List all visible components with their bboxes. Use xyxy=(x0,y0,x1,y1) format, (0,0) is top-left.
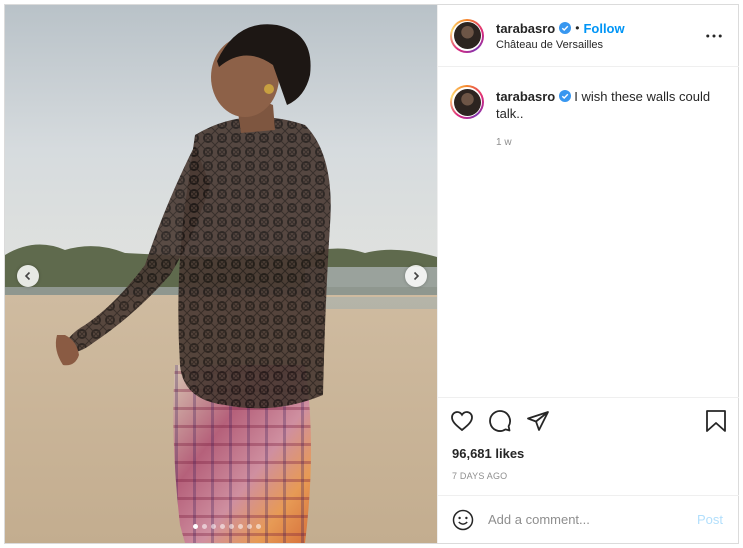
post-photo xyxy=(5,5,437,543)
carousel-dot xyxy=(229,524,234,529)
follow-button[interactable]: Follow xyxy=(583,21,624,36)
post-media[interactable] xyxy=(5,5,437,543)
verified-badge-icon xyxy=(559,22,572,34)
post-header: tarabasro • Follow Château de Versailles xyxy=(438,5,739,67)
post-modal: tarabasro • Follow Château de Versailles xyxy=(4,4,739,544)
carousel-dot xyxy=(193,524,198,529)
carousel-dot xyxy=(238,524,243,529)
carousel-dot xyxy=(202,524,207,529)
more-options-button[interactable] xyxy=(705,27,723,45)
chevron-left-icon xyxy=(24,271,31,281)
emoji-icon[interactable] xyxy=(452,509,474,531)
heart-icon[interactable] xyxy=(450,409,474,433)
next-photo-button[interactable] xyxy=(405,265,427,287)
chevron-right-icon xyxy=(413,271,420,281)
comment-icon[interactable] xyxy=(488,409,512,433)
comment-input[interactable] xyxy=(488,512,688,527)
bookmark-icon[interactable] xyxy=(705,409,727,433)
post-caption: tarabasro I wish these walls could talk..… xyxy=(450,85,730,151)
location-link[interactable]: Château de Versailles xyxy=(496,39,625,51)
comment-bar: Post xyxy=(438,495,739,543)
caption-username-link[interactable]: tarabasro xyxy=(496,89,555,104)
likes-count[interactable]: 96,681 likes xyxy=(438,446,739,461)
post-details-panel: tarabasro • Follow Château de Versailles xyxy=(437,5,739,543)
post-actions-section: 96,681 likes 7 DAYS AGO xyxy=(438,397,739,481)
carousel-dot xyxy=(220,524,225,529)
carousel-dot xyxy=(247,524,252,529)
more-options-icon xyxy=(706,34,722,38)
author-avatar[interactable] xyxy=(450,18,484,53)
post-comment-button[interactable]: Post xyxy=(697,512,723,527)
post-timestamp[interactable]: 7 DAYS AGO xyxy=(438,471,739,481)
action-bar xyxy=(438,398,739,443)
author-username-link[interactable]: tarabasro xyxy=(496,21,555,36)
header-separator: • xyxy=(575,21,580,35)
carousel-indicator xyxy=(5,524,437,529)
carousel-dot xyxy=(211,524,216,529)
verified-badge-icon xyxy=(559,90,572,102)
previous-photo-button[interactable] xyxy=(17,265,39,287)
caption-avatar[interactable] xyxy=(450,85,484,119)
caption-timestamp[interactable]: 1 w xyxy=(496,134,718,151)
carousel-dot xyxy=(256,524,261,529)
share-icon[interactable] xyxy=(526,409,550,433)
